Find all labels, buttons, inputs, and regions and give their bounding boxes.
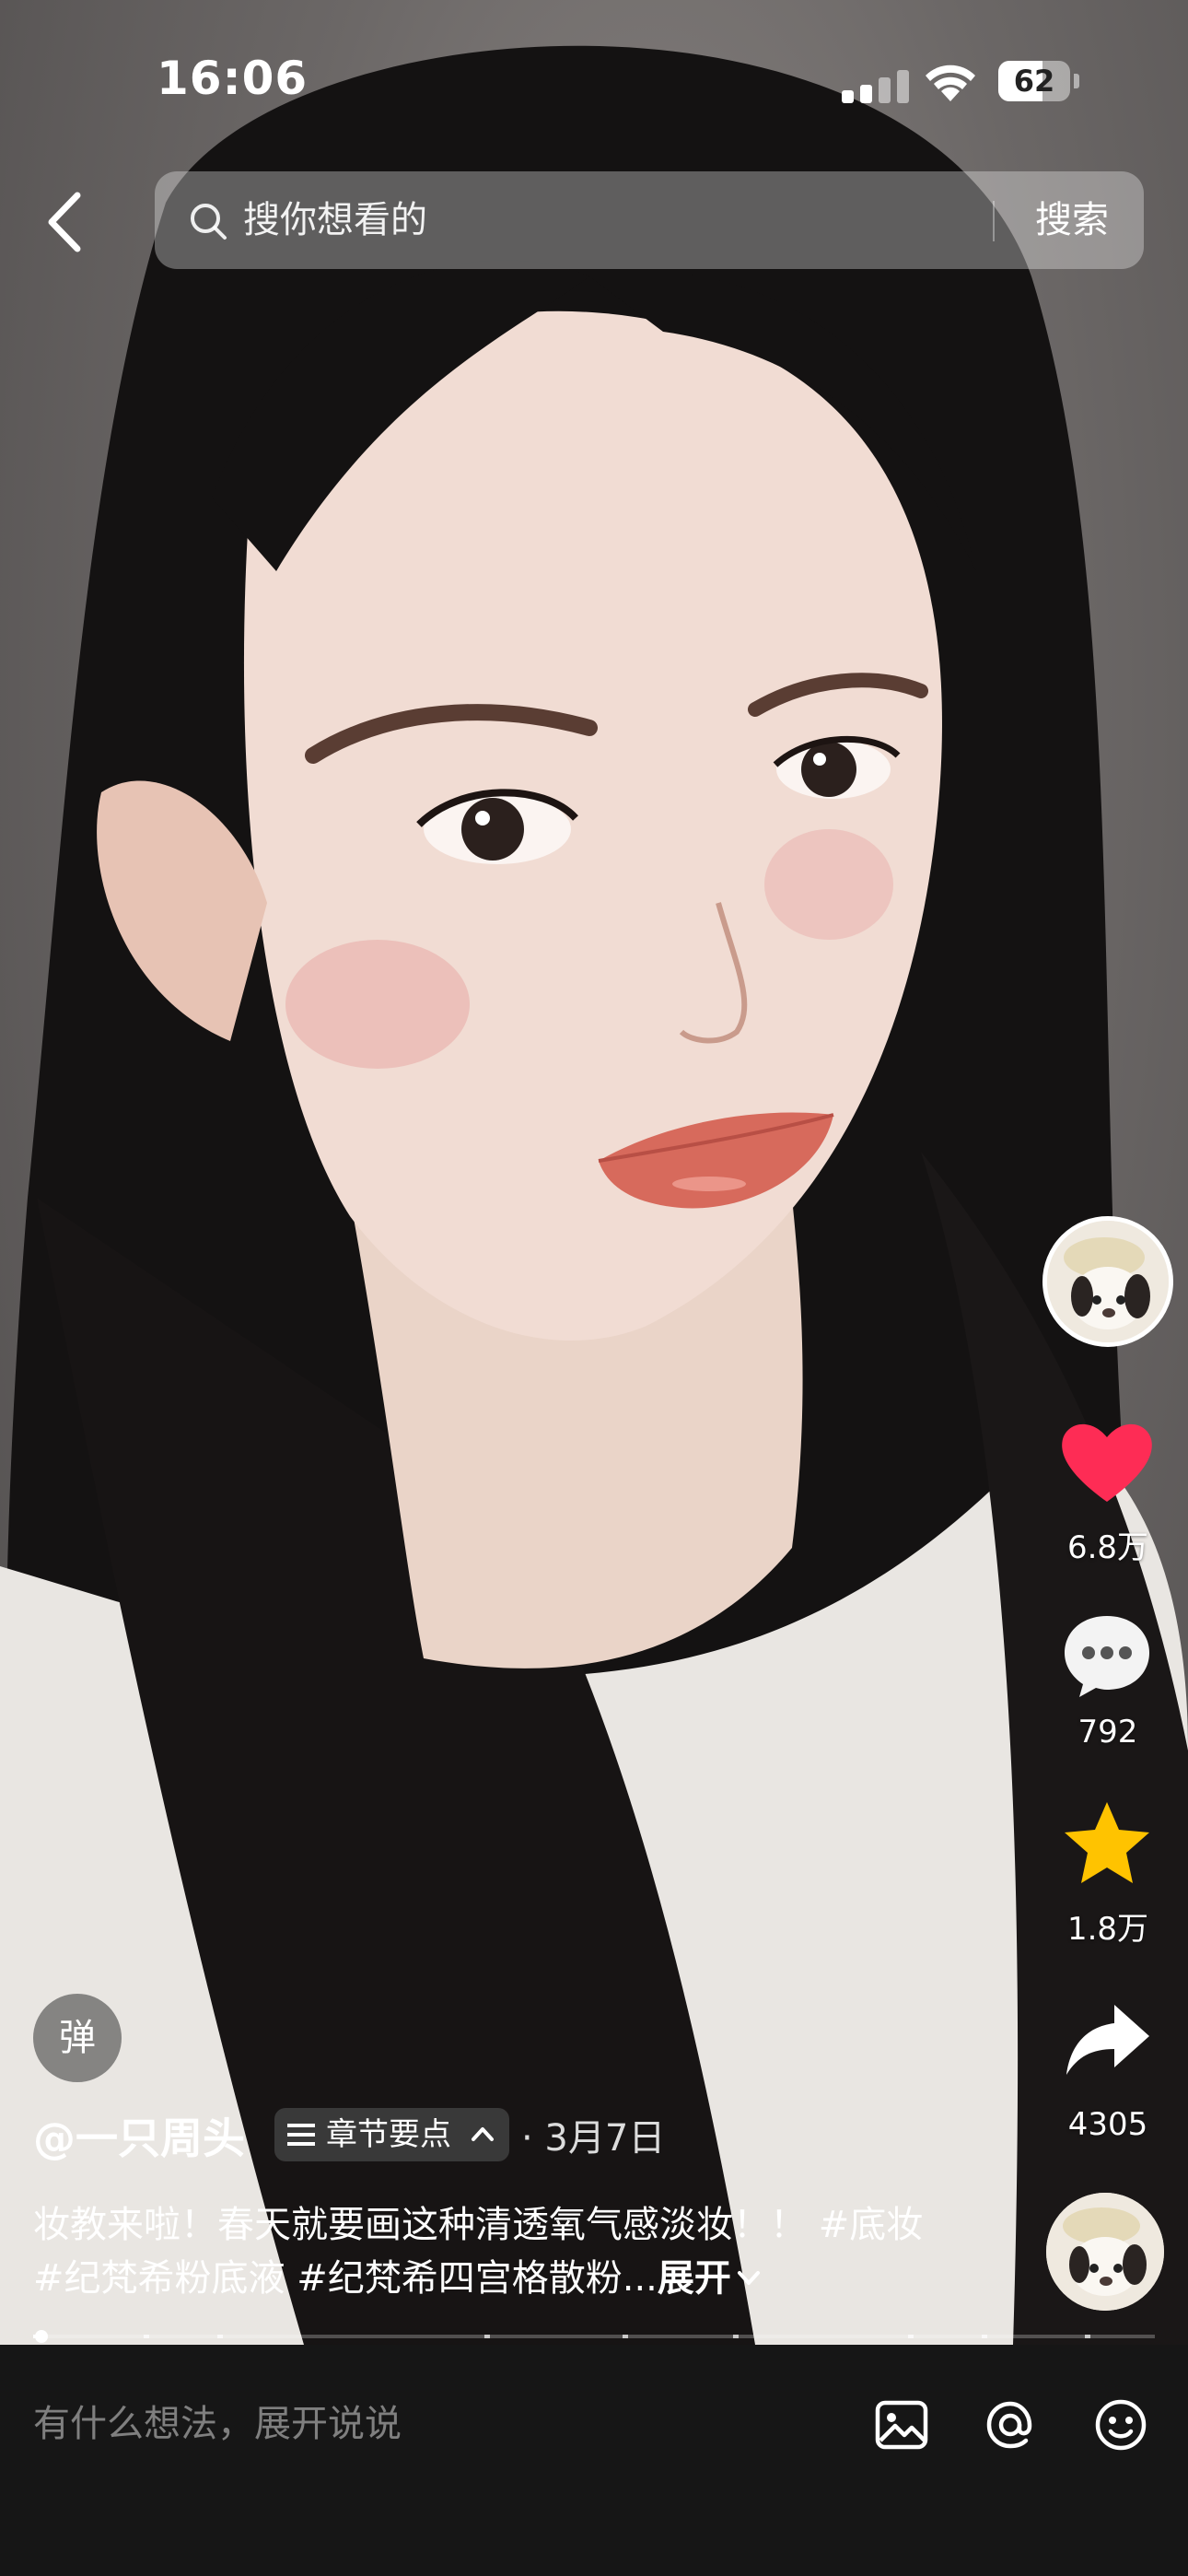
back-icon[interactable] xyxy=(41,190,96,254)
comment-count: 792 xyxy=(1077,1714,1138,1751)
list-icon xyxy=(287,2124,315,2146)
emoji-icon[interactable] xyxy=(1092,2396,1149,2453)
favorite-count: 1.8万 xyxy=(1066,1911,1149,1948)
danmu-toggle-button[interactable]: 弹 xyxy=(33,1994,122,2082)
battery-icon: 62 xyxy=(998,61,1079,101)
cellular-signal-icon xyxy=(842,66,915,103)
share-count: 4305 xyxy=(1067,2106,1148,2143)
search-bar[interactable]: 搜你想看的 搜索 xyxy=(155,171,1144,269)
heart-icon[interactable] xyxy=(1059,1417,1155,1505)
search-divider xyxy=(993,201,995,241)
chevron-up-icon xyxy=(471,2127,494,2141)
comment-bar: 有什么想法，展开说说 xyxy=(0,2345,1188,2576)
author-name[interactable]: @一只周头 xyxy=(33,2108,245,2169)
battery-percent: 62 xyxy=(1013,64,1055,99)
music-disc[interactable] xyxy=(1046,2193,1164,2311)
expand-button[interactable]: 展开 xyxy=(658,2257,731,2300)
wifi-icon xyxy=(926,64,975,101)
post-description[interactable]: 妆教来啦！春天就要画这种清透氧气感淡妆！！ #底妆 #纪梵希粉底液 #纪梵希四宫… xyxy=(33,2198,963,2305)
chapter-points-label: 章节要点 xyxy=(326,2116,451,2153)
music-disc-image xyxy=(1046,2193,1164,2311)
comment-icon[interactable] xyxy=(1061,1610,1153,1699)
star-icon[interactable] xyxy=(1061,1798,1153,1887)
image-icon[interactable] xyxy=(873,2396,930,2453)
status-time: 16:06 xyxy=(157,52,309,105)
post-date: · 3月7日 xyxy=(521,2117,666,2160)
at-icon[interactable] xyxy=(982,2396,1039,2453)
video-player[interactable] xyxy=(0,0,1188,2345)
video-frame-image xyxy=(0,45,1188,2345)
share-icon[interactable] xyxy=(1063,2001,1151,2078)
like-count: 6.8万 xyxy=(1066,1529,1149,1566)
status-bar: 16:06 62 xyxy=(0,48,1188,112)
search-icon xyxy=(191,204,227,240)
search-input[interactable]: 搜你想看的 xyxy=(243,171,427,269)
video-progress-bar[interactable] xyxy=(33,2330,1155,2343)
comment-input[interactable]: 有什么想法，展开说说 xyxy=(33,2396,402,2452)
description-text: 妆教来啦！春天就要画这种清透氧气感淡妆！！ #底妆 #纪梵希粉底液 #纪梵希四宫… xyxy=(33,2204,924,2300)
author-avatar[interactable] xyxy=(1042,1216,1173,1347)
chevron-down-icon xyxy=(737,2271,760,2285)
chapter-points-button[interactable]: 章节要点 xyxy=(274,2108,509,2161)
search-button[interactable]: 搜索 xyxy=(1035,171,1109,269)
progress-knob[interactable] xyxy=(34,2330,48,2343)
avatar-image xyxy=(1047,1221,1169,1342)
